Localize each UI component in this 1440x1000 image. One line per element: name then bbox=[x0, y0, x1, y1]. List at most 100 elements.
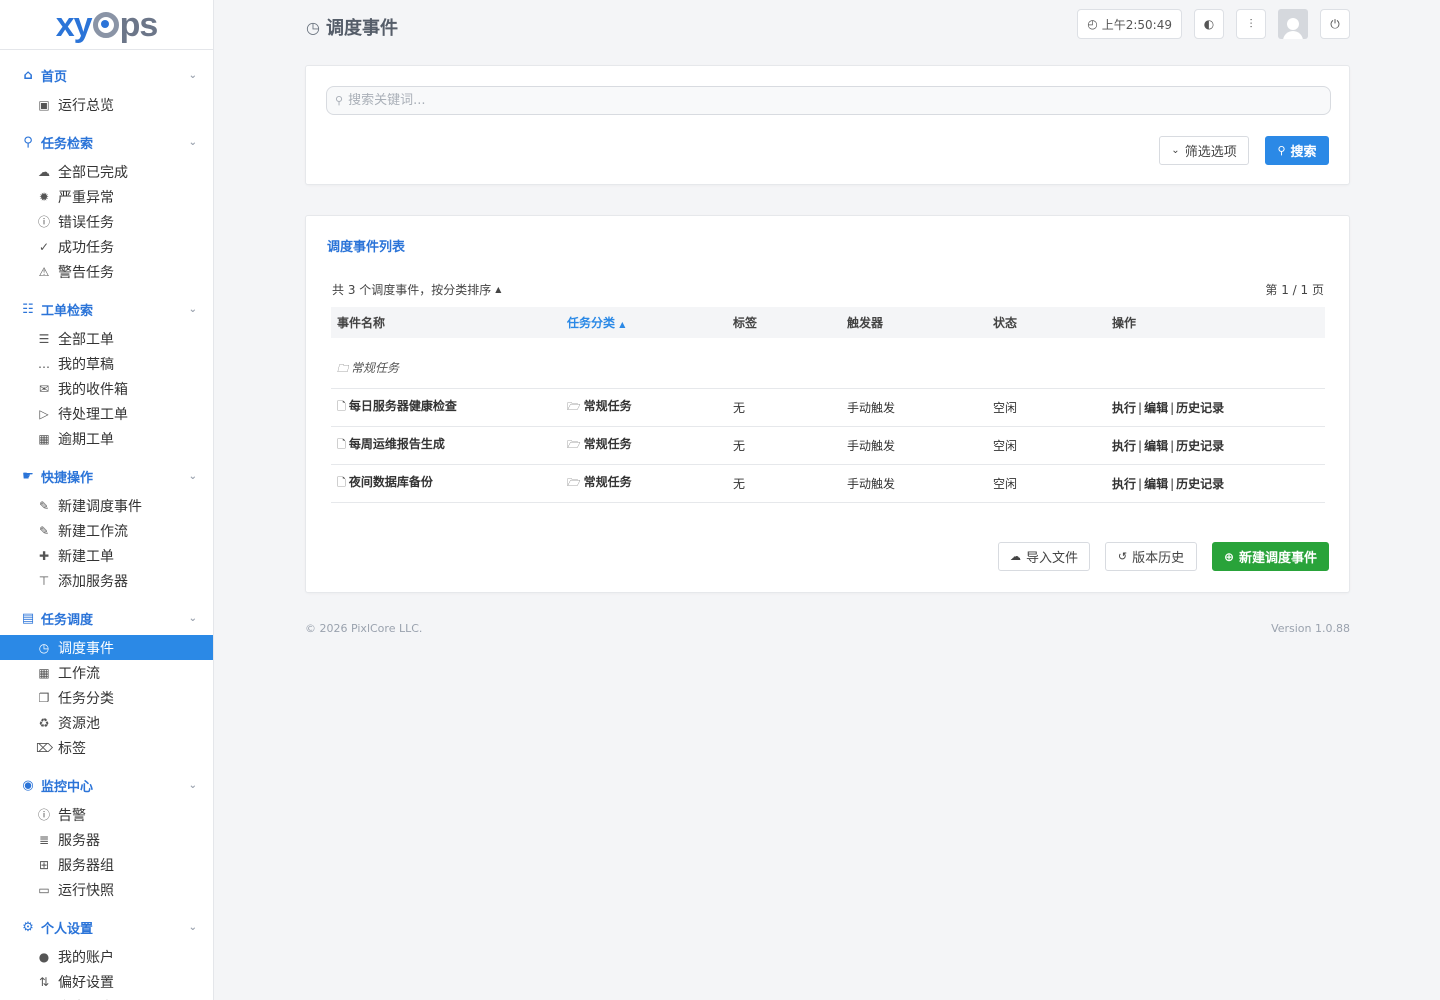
sidebar-item-categories[interactable]: ❐ 任务分类 bbox=[0, 685, 213, 710]
sort-up-icon[interactable]: ▲ bbox=[495, 285, 501, 294]
sidebar-item-success[interactable]: ✓ 成功任务 bbox=[0, 234, 213, 259]
chevron-down-icon: ⌄ bbox=[188, 779, 197, 791]
new-event-button[interactable]: ⊕ 新建调度事件 bbox=[1212, 542, 1329, 571]
clock-button[interactable]: ◴ 上午2:50:49 bbox=[1077, 9, 1182, 39]
sort-up-icon: ▲ bbox=[619, 320, 626, 329]
file-clock-icon: 🗋 bbox=[337, 476, 346, 489]
avatar[interactable] bbox=[1278, 9, 1308, 39]
folder-open-icon: 🗁 bbox=[567, 438, 581, 451]
sidebar-item-pending[interactable]: ▷ 待处理工单 bbox=[0, 401, 213, 426]
sidebar-section-header[interactable]: ☷ 工单检索 ⌄ bbox=[0, 300, 213, 319]
sidebar-item-preferences[interactable]: ⇅ 偏好设置 bbox=[0, 969, 213, 994]
sidebar-item-all-tickets[interactable]: ☰ 全部工单 bbox=[0, 326, 213, 351]
revision-history-button[interactable]: ↺ 版本历史 bbox=[1105, 542, 1197, 571]
edit-link[interactable]: 编辑 bbox=[1144, 439, 1168, 453]
sidebar-item-label: 标签 bbox=[58, 740, 86, 757]
avatar-head-icon bbox=[1287, 18, 1299, 30]
sidebar-item-servers[interactable]: ≣ 服务器 bbox=[0, 827, 213, 852]
settings-sliders-button[interactable]: ⫶ bbox=[1236, 9, 1266, 39]
overview-icon: ▣ bbox=[38, 97, 50, 112]
logo[interactable]: xy ps bbox=[0, 0, 213, 50]
sidebar-section: ☷ 工单检索 ⌄ ☰ 全部工单 … 我的草稿 ✉ 我的收件箱 ▷ 待处理工单 ▦ 逾期工单 bbox=[0, 284, 213, 451]
sidebar-item-events[interactable]: ◷ 调度事件 bbox=[0, 635, 213, 660]
column-header-category[interactable]: 任务分类 ▲ bbox=[561, 307, 727, 338]
sidebar-item-label: 安全日志 bbox=[58, 997, 114, 1000]
search-box: ⚲ bbox=[326, 86, 1331, 115]
import-file-button[interactable]: ☁ 导入文件 bbox=[998, 542, 1090, 571]
sidebar-item-security-log[interactable]: ⛨安全日志 bbox=[0, 994, 213, 1000]
sidebar-item-new-workflow[interactable]: ✎ 新建工作流 bbox=[0, 518, 213, 543]
sidebar-item-pools[interactable]: ♻ 资源池 bbox=[0, 710, 213, 735]
event-name-link[interactable]: 夜间数据库备份 bbox=[349, 475, 433, 489]
chevron-down-icon: ⌄ bbox=[188, 69, 197, 81]
chevron-down-icon: ⌄ bbox=[188, 921, 197, 933]
history-link[interactable]: 历史记录 bbox=[1176, 477, 1224, 491]
plus-circle-icon: ⊕ bbox=[1223, 549, 1235, 564]
sidebar-item-new-event[interactable]: ✎ 新建调度事件 bbox=[0, 493, 213, 518]
logout-button[interactable]: ⏻ bbox=[1320, 9, 1350, 39]
sidebar-item-label: 任务分类 bbox=[58, 690, 114, 707]
sidebar-item-inbox[interactable]: ✉ 我的收件箱 bbox=[0, 376, 213, 401]
sidebar-item-label: 成功任务 bbox=[58, 239, 114, 256]
theme-toggle-button[interactable]: ◐ bbox=[1194, 9, 1224, 39]
search-button[interactable]: ⚲ 搜索 bbox=[1265, 136, 1329, 165]
sidebar-section-header[interactable]: ⚲ 任务检索 ⌄ bbox=[0, 133, 213, 152]
user-search-icon: ⚲ bbox=[23, 134, 33, 150]
table-row: 🗋 每日服务器健康检查 🗁 常规任务无手动触发 空闲 执行 | 编辑 | 历史记录 bbox=[331, 388, 1325, 427]
sidebar-item-warnings[interactable]: ⚠ 警告任务 bbox=[0, 259, 213, 284]
run-link[interactable]: 执行 bbox=[1112, 401, 1136, 415]
column-header-trigger[interactable]: 触发器 bbox=[841, 307, 987, 338]
sidebar-item-label: 全部已完成 bbox=[58, 164, 128, 181]
edit-link[interactable]: 编辑 bbox=[1144, 477, 1168, 491]
errors-icon: ⓘ bbox=[37, 215, 50, 229]
event-name-link[interactable]: 每周运维报告生成 bbox=[349, 437, 445, 451]
sidebar-section-header[interactable]: ▤ 任务调度 ⌄ bbox=[0, 609, 213, 628]
sidebar-section-header[interactable]: ⌂ 首页 ⌄ bbox=[0, 66, 213, 85]
event-name-link[interactable]: 每日服务器健康检查 bbox=[349, 399, 457, 413]
search-icon: ⚲ bbox=[1277, 144, 1286, 157]
history-link[interactable]: 历史记录 bbox=[1176, 439, 1224, 453]
sidebar-item-overview[interactable]: ▣ 运行总览 bbox=[0, 92, 213, 117]
sidebar-item-server-groups[interactable]: ⊞ 服务器组 bbox=[0, 852, 213, 877]
column-header-name[interactable]: 事件名称 bbox=[331, 307, 561, 338]
history-link[interactable]: 历史记录 bbox=[1176, 401, 1224, 415]
sidebar-section-header[interactable]: ⚙ 个人设置 ⌄ bbox=[0, 918, 213, 937]
sidebar-item-errors[interactable]: ⓘ 错误任务 bbox=[0, 209, 213, 234]
sidebar-item-drafts[interactable]: … 我的草稿 bbox=[0, 351, 213, 376]
sidebar-item-snapshots[interactable]: ▭ 运行快照 bbox=[0, 877, 213, 902]
event-status: 空闲 bbox=[993, 438, 1018, 453]
action-separator: | bbox=[1170, 400, 1175, 415]
run-link[interactable]: 执行 bbox=[1112, 439, 1136, 453]
sidebar-item-alerts[interactable]: ⓘ 告警 bbox=[0, 802, 213, 827]
all-completed-icon: ☁ bbox=[38, 164, 50, 179]
column-header-status[interactable]: 状态 bbox=[987, 307, 1106, 338]
sidebar-item-add-server[interactable]: ⊤ 添加服务器 bbox=[0, 568, 213, 593]
sidebar-item-new-ticket[interactable]: ✚ 新建工单 bbox=[0, 543, 213, 568]
pools-icon: ♻ bbox=[38, 715, 50, 730]
filter-options-button[interactable]: ⌄ 筛选选项 bbox=[1159, 136, 1249, 165]
overdue-icon: ▦ bbox=[38, 431, 50, 446]
sidebar-item-critical[interactable]: ✹ 严重异常 bbox=[0, 184, 213, 209]
sidebar-section-label: 任务检索 bbox=[41, 136, 94, 152]
sidebar-item-label: 运行快照 bbox=[58, 882, 114, 899]
sidebar-item-tags[interactable]: ⌦ 标签 bbox=[0, 735, 213, 760]
sidebar-section-label: 首页 bbox=[41, 69, 68, 85]
column-header-tags[interactable]: 标签 bbox=[727, 307, 841, 338]
sidebar-item-label: 我的收件箱 bbox=[58, 381, 128, 398]
preferences-icon: ⇅ bbox=[38, 974, 50, 989]
sidebar-section-label: 个人设置 bbox=[41, 921, 94, 937]
sidebar-section-header[interactable]: ◉ 监控中心 ⌄ bbox=[0, 776, 213, 795]
run-link[interactable]: 执行 bbox=[1112, 477, 1136, 491]
sidebar-item-account[interactable]: ● 我的账户 bbox=[0, 944, 213, 969]
sidebar-item-overdue[interactable]: ▦ 逾期工单 bbox=[0, 426, 213, 451]
search-input[interactable] bbox=[348, 93, 1294, 108]
search-button-label: 搜索 bbox=[1290, 145, 1317, 160]
page-indicator: 第 1 / 1 页 bbox=[1265, 283, 1324, 297]
sidebar-section-header[interactable]: ☛ 快捷操作 ⌄ bbox=[0, 467, 213, 486]
sidebar-item-workflows[interactable]: ▦ 工作流 bbox=[0, 660, 213, 685]
edit-link[interactable]: 编辑 bbox=[1144, 401, 1168, 415]
event-status: 空闲 bbox=[993, 476, 1018, 491]
calendar-clock-icon: ▤ bbox=[21, 610, 35, 626]
sidebar-section-label: 监控中心 bbox=[41, 779, 94, 795]
sidebar-item-all-completed[interactable]: ☁ 全部已完成 bbox=[0, 159, 213, 184]
